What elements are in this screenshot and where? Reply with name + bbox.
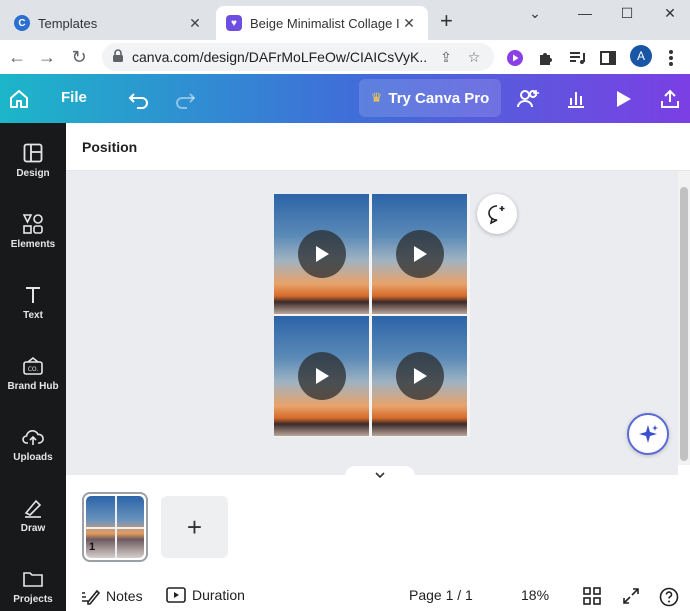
sidebar-item-label: Brand Hub [7,381,59,392]
extensions-puzzle-icon[interactable] [535,47,557,69]
projects-folder-icon [21,567,45,591]
editor-footer: Notes Duration Page 1 / 1 18% [66,585,690,611]
video-tile[interactable] [274,316,369,436]
sidebar-item-draw[interactable]: Draw [0,478,66,538]
side-panel-icon[interactable] [597,47,619,69]
close-tab-icon[interactable]: ✕ [186,15,204,32]
play-icon[interactable] [298,230,346,278]
sidebar-item-text[interactable]: Text [0,265,66,325]
design-layout-icon [21,141,45,165]
try-canva-pro-button[interactable]: ♛ Try Canva Pro [359,79,501,117]
notes-label: Notes [106,588,143,604]
lock-icon [112,48,124,66]
svg-text:CO.: CO. [28,366,39,373]
notes-pencil-icon [82,589,100,605]
share-icon[interactable]: ⇪ [436,47,456,67]
video-tile[interactable] [372,316,467,436]
file-menu-button[interactable]: File [61,89,87,106]
browser-tab-design[interactable]: ♥ Beige Minimalist Collage Ins ✕ [216,6,428,40]
tab-search-icon[interactable]: ⌄ [520,4,550,22]
browser-tab-templates[interactable]: C Templates ✕ [4,6,214,40]
collage-design[interactable] [274,194,470,437]
url-text: canva.com/design/DAFrMoLFeOw/CIAICsVyK..… [132,49,428,65]
pages-strip [66,484,690,568]
sidebar-item-projects[interactable]: Projects [0,549,66,609]
crown-icon: ♛ [370,90,383,105]
fullscreen-icon[interactable] [622,587,646,605]
play-icon[interactable] [396,352,444,400]
page-indicator[interactable]: Page 1 / 1 [409,587,473,603]
redo-icon[interactable] [172,86,198,112]
url-field[interactable]: canva.com/design/DAFrMoLFeOw/CIAICsVyK..… [102,43,494,71]
sidebar-item-label: Uploads [13,452,53,463]
close-window-icon[interactable]: ✕ [655,4,685,22]
sidebar-item-uploads[interactable]: Uploads [0,407,66,467]
minimize-icon[interactable]: — [570,4,600,22]
extension-play-icon[interactable] [504,47,526,69]
new-tab-button[interactable]: + [440,10,453,32]
sidebar-item-label: Elements [10,239,56,250]
add-page-button[interactable]: + [161,496,228,558]
sidebar-item-label: Design [16,168,50,179]
play-icon[interactable] [298,352,346,400]
canva-favicon-icon: C [14,15,30,31]
help-icon [659,587,679,607]
upload-share-icon[interactable] [657,86,683,112]
media-queue-icon[interactable] [566,47,588,69]
design-favicon-icon: ♥ [226,15,242,31]
notes-button[interactable]: Notes [80,587,143,605]
sidebar-item-label: Projects [13,594,53,605]
help-button[interactable] [659,587,685,607]
editor-toolbar: File ♛ Try Canva Pro [0,74,690,123]
add-comment-button[interactable] [477,194,517,234]
editor-sidebar: Design Elements Text CO. Brand Hub Uploa… [0,123,66,611]
undo-icon[interactable] [126,86,152,112]
position-header: Position [66,123,690,171]
brand-hub-icon: CO. [21,354,45,378]
forward-icon[interactable]: → [36,46,58,68]
upload-cloud-icon [21,425,45,449]
chevron-down-icon [375,472,385,478]
profile-avatar[interactable]: A [630,45,652,67]
browser-menu-icon[interactable] [660,47,682,69]
insights-chart-icon[interactable] [563,86,589,112]
tab-title: Beige Minimalist Collage Ins [250,15,400,31]
play-icon[interactable] [396,230,444,278]
scrollbar-thumb[interactable] [680,187,688,461]
present-play-icon[interactable] [610,86,636,112]
close-tab-icon[interactable]: ✕ [400,15,418,32]
sparkle-icon [639,425,658,443]
elements-shapes-icon [21,212,45,236]
home-icon[interactable] [6,86,32,112]
sidebar-item-label: Text [23,310,43,321]
draw-pen-icon [21,496,45,520]
back-icon[interactable]: ← [6,46,28,68]
zoom-level[interactable]: 18% [521,587,549,603]
magic-assistant-button[interactable] [627,413,669,455]
duration-play-icon [166,587,186,603]
bookmark-star-icon[interactable]: ☆ [464,47,484,67]
grid-view-icon[interactable] [583,587,607,605]
reload-icon[interactable]: ↻ [68,46,90,68]
video-tile[interactable] [274,194,369,314]
comment-plus-icon [488,205,505,225]
collapse-pages-button[interactable] [345,466,415,484]
tab-title: Templates [38,15,98,31]
position-title[interactable]: Position [82,139,137,155]
sidebar-item-brand-hub[interactable]: CO. Brand Hub [0,336,66,396]
browser-tab-strip: C Templates ✕ ♥ Beige Minimalist Collage… [0,0,690,40]
sidebar-item-elements[interactable]: Elements [0,194,66,254]
sidebar-item-label: Draw [20,523,46,534]
video-tile[interactable] [372,194,467,314]
share-people-icon[interactable] [515,86,541,112]
try-pro-label: Try Canva Pro [388,89,490,107]
vertical-scrollbar[interactable] [678,171,690,465]
sidebar-item-design[interactable]: Design [0,123,66,183]
text-t-icon [21,283,45,307]
page-thumbnail-number: 1 [89,541,96,553]
duration-button[interactable]: Duration [166,587,245,603]
address-bar: ← → ↻ canva.com/design/DAFrMoLFeOw/CIAIC… [0,40,690,74]
duration-label: Duration [192,587,245,603]
maximize-icon[interactable]: ☐ [612,4,642,22]
